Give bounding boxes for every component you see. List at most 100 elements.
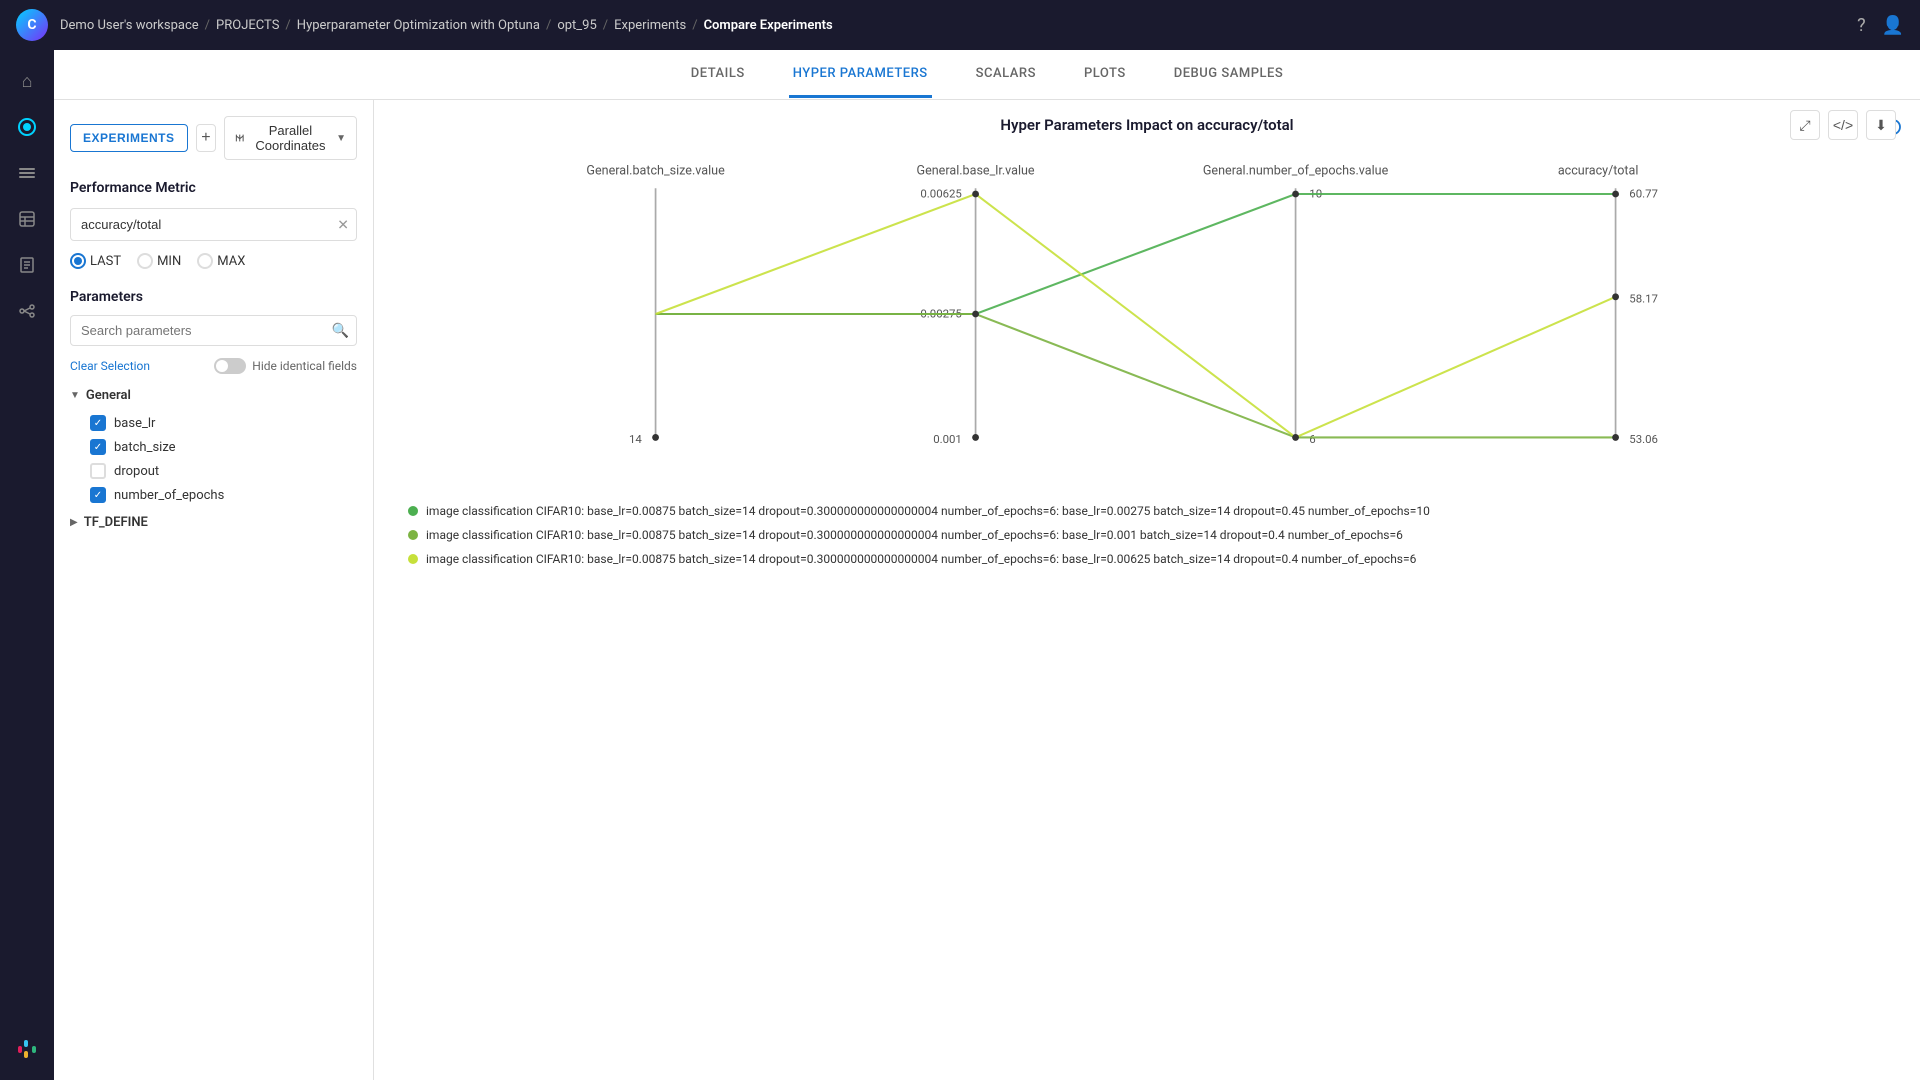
breadcrumb-experiments[interactable]: Experiments bbox=[614, 18, 686, 33]
chevron-right-icon: ▶ bbox=[70, 517, 78, 528]
series-line-2 bbox=[656, 314, 1616, 437]
search-parameters-input[interactable] bbox=[70, 315, 357, 346]
tab-details[interactable]: DETAILS bbox=[687, 52, 749, 98]
radio-last[interactable]: LAST bbox=[70, 253, 121, 269]
hide-identical-toggle[interactable] bbox=[214, 358, 246, 374]
legend-dot-3 bbox=[408, 554, 418, 564]
epochs-bot-val: 6 bbox=[1309, 432, 1315, 446]
axis-label-accuracy: accuracy/total bbox=[1558, 164, 1639, 179]
nav-right: ? 👤 bbox=[1857, 15, 1904, 36]
group-general-header[interactable]: ▼ General bbox=[70, 388, 357, 403]
legend-text-2: image classification CIFAR10: base_lr=0.… bbox=[426, 528, 1403, 542]
batch-size-bot-val: 14 bbox=[629, 432, 642, 446]
fullscreen-button[interactable]: ⤢ bbox=[1790, 110, 1820, 140]
base-lr-top-val: 0.00625 bbox=[920, 186, 961, 200]
legend-text-1: image classification CIFAR10: base_lr=0.… bbox=[426, 504, 1430, 518]
metric-input-wrap: ✕ bbox=[70, 208, 357, 241]
parameters-title: Parameters bbox=[70, 289, 357, 305]
legend-dot-1 bbox=[408, 506, 418, 516]
view-selector-label: Parallel Coordinates bbox=[251, 123, 330, 153]
sidebar-item-home[interactable]: ⌂ bbox=[8, 62, 46, 100]
radio-max[interactable]: MAX bbox=[197, 253, 245, 269]
tab-plots[interactable]: PLOTS bbox=[1080, 52, 1130, 98]
tab-debug-samples[interactable]: DEBUG SAMPLES bbox=[1170, 52, 1288, 98]
breadcrumb-projects[interactable]: PROJECTS bbox=[216, 18, 279, 33]
metric-clear-button[interactable]: ✕ bbox=[337, 216, 349, 233]
main-content: DETAILS HYPER PARAMETERS SCALARS PLOTS D… bbox=[54, 50, 1920, 1080]
accuracy-tick-top bbox=[1612, 191, 1619, 198]
view-selector[interactable]: Parallel Coordinates ▼ bbox=[224, 116, 357, 160]
tab-bar: DETAILS HYPER PARAMETERS SCALARS PLOTS D… bbox=[54, 50, 1920, 100]
axis-label-epochs: General.number_of_epochs.value bbox=[1203, 164, 1389, 179]
toolbar: EXPERIMENTS + Parallel Coordinates ▼ bbox=[70, 116, 357, 160]
checkbox-batch-size[interactable] bbox=[90, 439, 106, 455]
sidebar-item-layers[interactable] bbox=[8, 154, 46, 192]
parameters-section: Parameters 🔍 Clear Selection Hide identi… bbox=[70, 289, 357, 530]
base-lr-bot-val: 0.001 bbox=[933, 432, 962, 446]
radio-min[interactable]: MIN bbox=[137, 253, 181, 269]
checkbox-base-lr[interactable] bbox=[90, 415, 106, 431]
param-item-dropout[interactable]: dropout bbox=[90, 459, 357, 483]
param-item-number-of-epochs[interactable]: number_of_epochs bbox=[90, 483, 357, 507]
chart-actions: ⤢ </> ⬇ bbox=[1790, 110, 1896, 140]
param-label-base-lr: base_lr bbox=[114, 416, 155, 431]
legend-item-1: image classification CIFAR10: base_lr=0.… bbox=[408, 504, 1886, 518]
param-list-general: base_lr batch_size dropout number_of_epo… bbox=[70, 411, 357, 507]
parallel-coordinates-chart: General.batch_size.value General.base_lr… bbox=[398, 154, 1896, 474]
experiments-button[interactable]: EXPERIMENTS bbox=[70, 124, 188, 152]
accuracy-bot-val: 53.06 bbox=[1629, 432, 1658, 446]
radio-max-label: MAX bbox=[217, 254, 245, 269]
help-icon[interactable]: ? bbox=[1857, 15, 1866, 36]
search-wrap: 🔍 bbox=[70, 315, 357, 346]
param-label-batch-size: batch_size bbox=[114, 440, 176, 455]
param-item-batch-size[interactable]: batch_size bbox=[90, 435, 357, 459]
search-icon: 🔍 bbox=[332, 323, 349, 339]
accuracy-top-val: 60.77 bbox=[1629, 186, 1658, 200]
legend-item-3: image classification CIFAR10: base_lr=0.… bbox=[408, 552, 1886, 566]
checkbox-dropout[interactable] bbox=[90, 463, 106, 479]
metric-input[interactable] bbox=[70, 208, 357, 241]
top-nav: C Demo User's workspace / PROJECTS / Hyp… bbox=[0, 0, 1920, 50]
clear-selection-link[interactable]: Clear Selection bbox=[70, 359, 150, 373]
legend-dot-2 bbox=[408, 530, 418, 540]
breadcrumb-run[interactable]: opt_95 bbox=[557, 18, 596, 33]
radio-max-circle bbox=[197, 253, 213, 269]
breadcrumb-current: Compare Experiments bbox=[704, 18, 833, 33]
chart-container: General.batch_size.value General.base_lr… bbox=[398, 154, 1896, 474]
radio-last-circle bbox=[70, 253, 86, 269]
legend-text-3: image classification CIFAR10: base_lr=0.… bbox=[426, 552, 1416, 566]
sidebar-item-experiments[interactable] bbox=[8, 108, 46, 146]
breadcrumb: Demo User's workspace / PROJECTS / Hyper… bbox=[60, 18, 833, 33]
download-button[interactable]: ⬇ bbox=[1866, 110, 1896, 140]
app-logo[interactable]: C bbox=[16, 9, 48, 41]
code-button[interactable]: </> bbox=[1828, 110, 1858, 140]
radio-group: LAST MIN MAX bbox=[70, 253, 357, 269]
axis-label-base-lr: General.base_lr.value bbox=[917, 164, 1035, 179]
checkbox-number-of-epochs[interactable] bbox=[90, 487, 106, 503]
sidebar-item-reports[interactable] bbox=[8, 246, 46, 284]
sidebar-item-pipelines[interactable] bbox=[8, 292, 46, 330]
accuracy-tick-bot bbox=[1612, 434, 1619, 441]
chart-title: Hyper Parameters Impact on accuracy/tota… bbox=[1000, 116, 1293, 134]
breadcrumb-project-name[interactable]: Hyperparameter Optimization with Optuna bbox=[297, 18, 540, 33]
breadcrumb-workspace[interactable]: Demo User's workspace bbox=[60, 18, 199, 33]
tab-scalars[interactable]: SCALARS bbox=[972, 52, 1040, 98]
base-lr-tick-bot bbox=[972, 434, 979, 441]
series-line-1 bbox=[656, 194, 1616, 314]
legend: image classification CIFAR10: base_lr=0.… bbox=[398, 504, 1896, 566]
slack-icon[interactable] bbox=[8, 1030, 46, 1068]
group-tf-define-header[interactable]: ▶ TF_DEFINE bbox=[70, 515, 357, 530]
chevron-down-icon: ▼ bbox=[70, 390, 80, 401]
series-line-3 bbox=[656, 194, 1616, 437]
left-panel: EXPERIMENTS + Parallel Coordinates ▼ Per… bbox=[54, 100, 374, 1080]
radio-min-circle bbox=[137, 253, 153, 269]
radio-min-label: MIN bbox=[157, 254, 181, 269]
add-button[interactable]: + bbox=[196, 124, 217, 152]
sidebar-item-data[interactable] bbox=[8, 200, 46, 238]
tab-hyper-parameters[interactable]: HYPER PARAMETERS bbox=[789, 52, 932, 98]
param-item-base-lr[interactable]: base_lr bbox=[90, 411, 357, 435]
user-avatar-icon[interactable]: 👤 bbox=[1882, 15, 1904, 36]
epochs-tick-top bbox=[1292, 191, 1299, 198]
group-tf-define-name: TF_DEFINE bbox=[84, 515, 148, 530]
accuracy-tick-mid bbox=[1612, 293, 1619, 300]
